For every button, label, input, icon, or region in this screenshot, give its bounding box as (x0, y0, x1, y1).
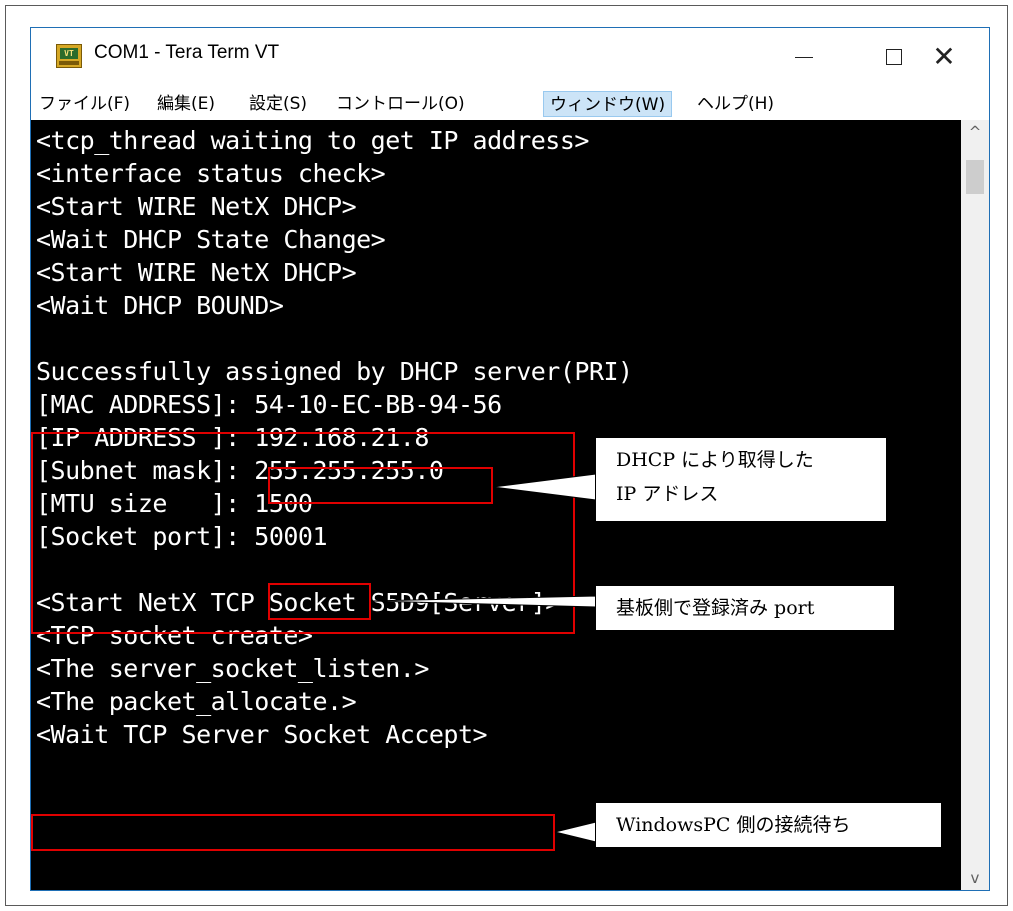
dhcp-ip-callout-line1: DHCP により取得した (616, 449, 814, 471)
port-callout-pointer (370, 595, 597, 608)
dhcp-ip-callout-line2: IP アドレス (616, 483, 719, 505)
ip-callout-pointer (492, 473, 597, 501)
dhcp-ip-callout: DHCP により取得した IP アドレス (595, 437, 887, 522)
wait-callout-pointer (554, 821, 597, 843)
wait-callout: WindowsPC 側の接続待ち (595, 802, 942, 848)
port-callout: 基板側で登録済み port (595, 585, 895, 631)
